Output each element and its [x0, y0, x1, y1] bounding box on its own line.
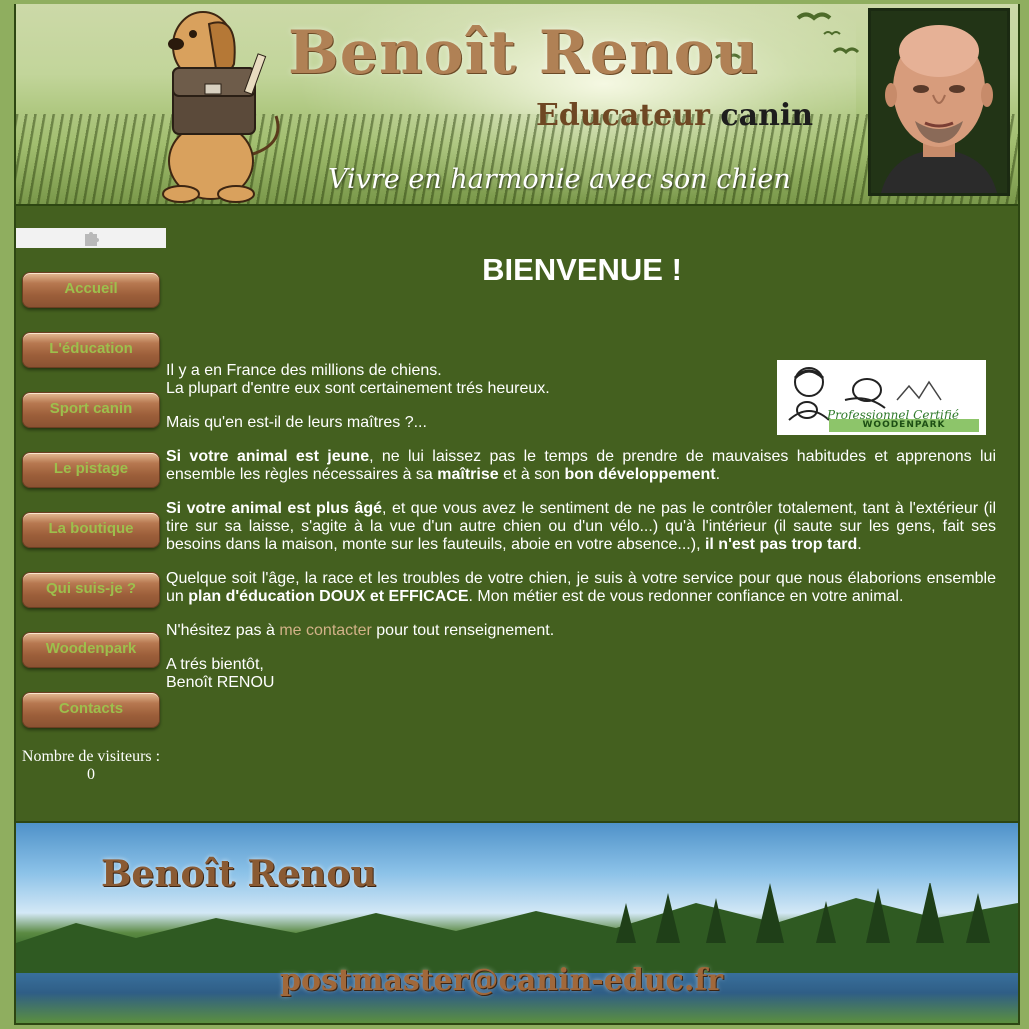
paragraph-question: Mais qu'en est-il de leurs maîtres ?...	[166, 414, 427, 431]
paragraph-intro: Il y a en France des millions de chiens.…	[166, 362, 550, 397]
header-banner: Benoît Renou Educateur canin Vivre en ha…	[16, 4, 1018, 206]
nav-boutique-button[interactable]: La boutique	[22, 512, 160, 548]
site-subtitle: Educateur canin	[536, 98, 814, 133]
portrait-photo	[868, 8, 1010, 196]
paragraph-signature: A trés bientôt, Benoît RENOU	[166, 656, 275, 691]
visitor-counter-label: Nombre de visiteurs :	[21, 748, 161, 765]
paragraph-contact: N'hésitez pas à me contacter pour tout r…	[166, 622, 555, 639]
puzzle-icon	[85, 232, 99, 246]
footer-banner: Benoît Renou postmaster@canin-educ.fr	[16, 821, 1018, 1025]
sidebar: Accueil L'éducation Sport canin Le pista…	[16, 228, 166, 728]
page-title: BIENVENUE !	[482, 252, 682, 287]
nav-contacts-button[interactable]: Contacts	[22, 692, 160, 728]
visitor-counter-value: 0	[87, 766, 95, 783]
person-portrait-icon	[871, 11, 1007, 193]
site-title: Benoît Renou	[288, 18, 760, 88]
nav-accueil-button[interactable]: Accueil	[22, 272, 160, 308]
nav-woodenpark-button[interactable]: Woodenpark	[22, 632, 160, 668]
visitor-counter: Nombre de visiteurs : 0	[16, 748, 166, 784]
nav-qui-suis-je-button[interactable]: Qui suis-je ?	[22, 572, 160, 608]
contact-link[interactable]: me contacter	[279, 622, 371, 639]
nav-pistage-button[interactable]: Le pistage	[22, 452, 160, 488]
nav-education-button[interactable]: L'éducation	[22, 332, 160, 368]
paragraph-older-dog: Si votre animal est plus âgé, et que vou…	[166, 500, 997, 553]
welcome-text: Il y a en France des millions de chiens.…	[166, 362, 996, 692]
site-tagline: Vivre en harmonie avec son chien	[328, 164, 791, 195]
footer-email[interactable]: postmaster@canin-educ.fr	[280, 963, 723, 998]
forest-lake-icon	[16, 883, 1018, 973]
dog-mascot-icon	[162, 11, 280, 203]
nav-sport-canin-button[interactable]: Sport canin	[22, 392, 160, 428]
plugin-placeholder	[16, 228, 166, 248]
page-frame: Benoît Renou Educateur canin Vivre en ha…	[14, 4, 1020, 1025]
footer-title: Benoît Renou	[101, 853, 377, 895]
paragraph-service: Quelque soit l'âge, la race et les troub…	[166, 570, 996, 605]
paragraph-young-dog: Si votre animal est jeune, ne lui laisse…	[166, 448, 996, 483]
